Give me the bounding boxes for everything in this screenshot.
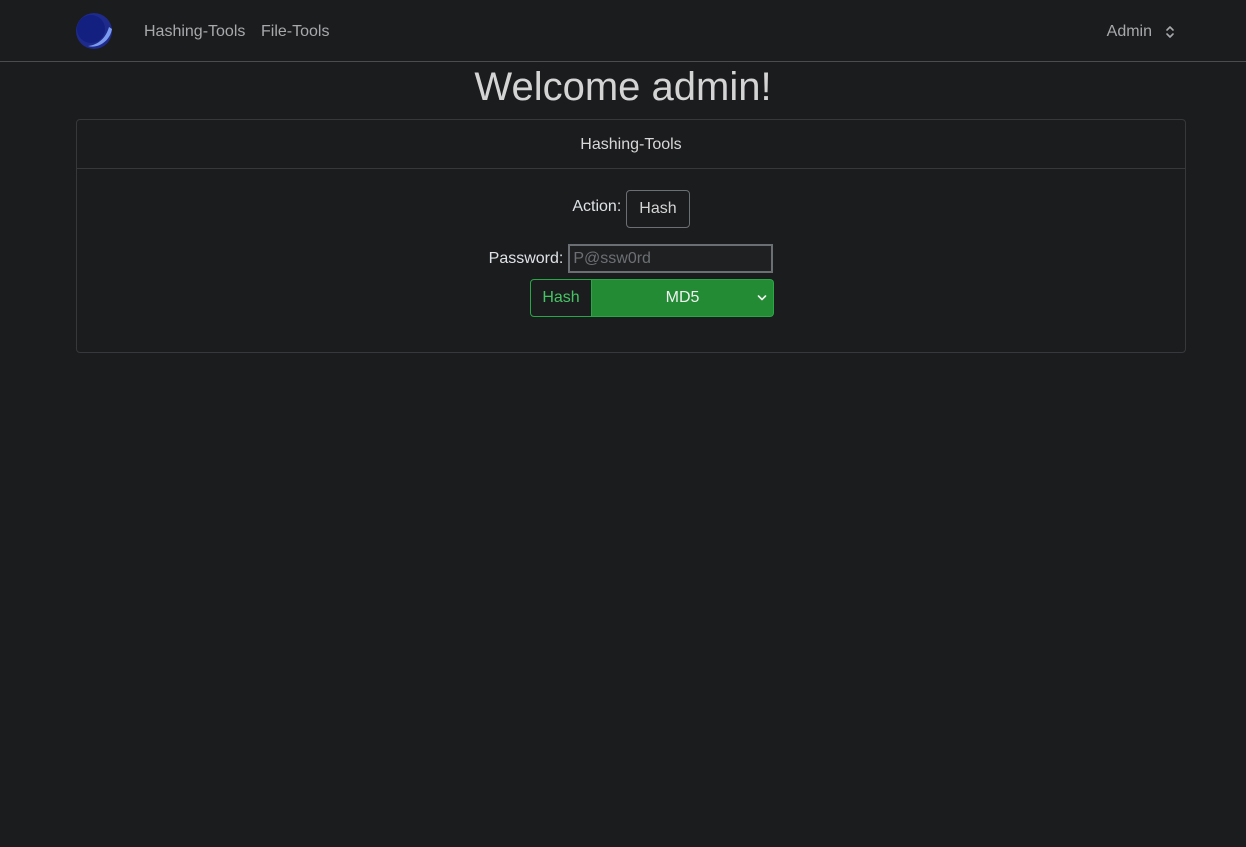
page-title: Welcome admin!: [474, 65, 772, 109]
chevron-up-down-icon: [1166, 25, 1174, 38]
hash-submit-button[interactable]: Hash: [530, 279, 592, 317]
algorithm-select[interactable]: MD5: [592, 279, 774, 317]
hash-submit-group: Hash MD5: [530, 279, 774, 317]
top-navbar: Hashing-Tools File-Tools Admin: [0, 0, 1246, 62]
password-input[interactable]: [568, 244, 774, 273]
chevron-down-icon: [757, 295, 767, 301]
hashing-tools-card: Hashing-Tools Action: Hash Password: Has…: [76, 119, 1186, 353]
algorithm-selected-value: MD5: [665, 289, 700, 306]
moon-logo-icon[interactable]: [76, 13, 112, 49]
password-label: Password:: [488, 249, 564, 267]
action-row: Action: Hash: [77, 190, 1185, 228]
user-menu-toggle[interactable]: Admin: [1107, 22, 1176, 41]
action-label: Action:: [572, 198, 622, 215]
user-menu-label[interactable]: Admin: [1107, 22, 1152, 41]
nav-link-hashing-tools[interactable]: Hashing-Tools: [144, 22, 245, 41]
password-row: Password:: [77, 244, 1185, 273]
action-toggle-button[interactable]: Hash: [626, 190, 690, 228]
card-title: Hashing-Tools: [77, 120, 1185, 169]
nav-link-file-tools[interactable]: File-Tools: [261, 22, 329, 41]
